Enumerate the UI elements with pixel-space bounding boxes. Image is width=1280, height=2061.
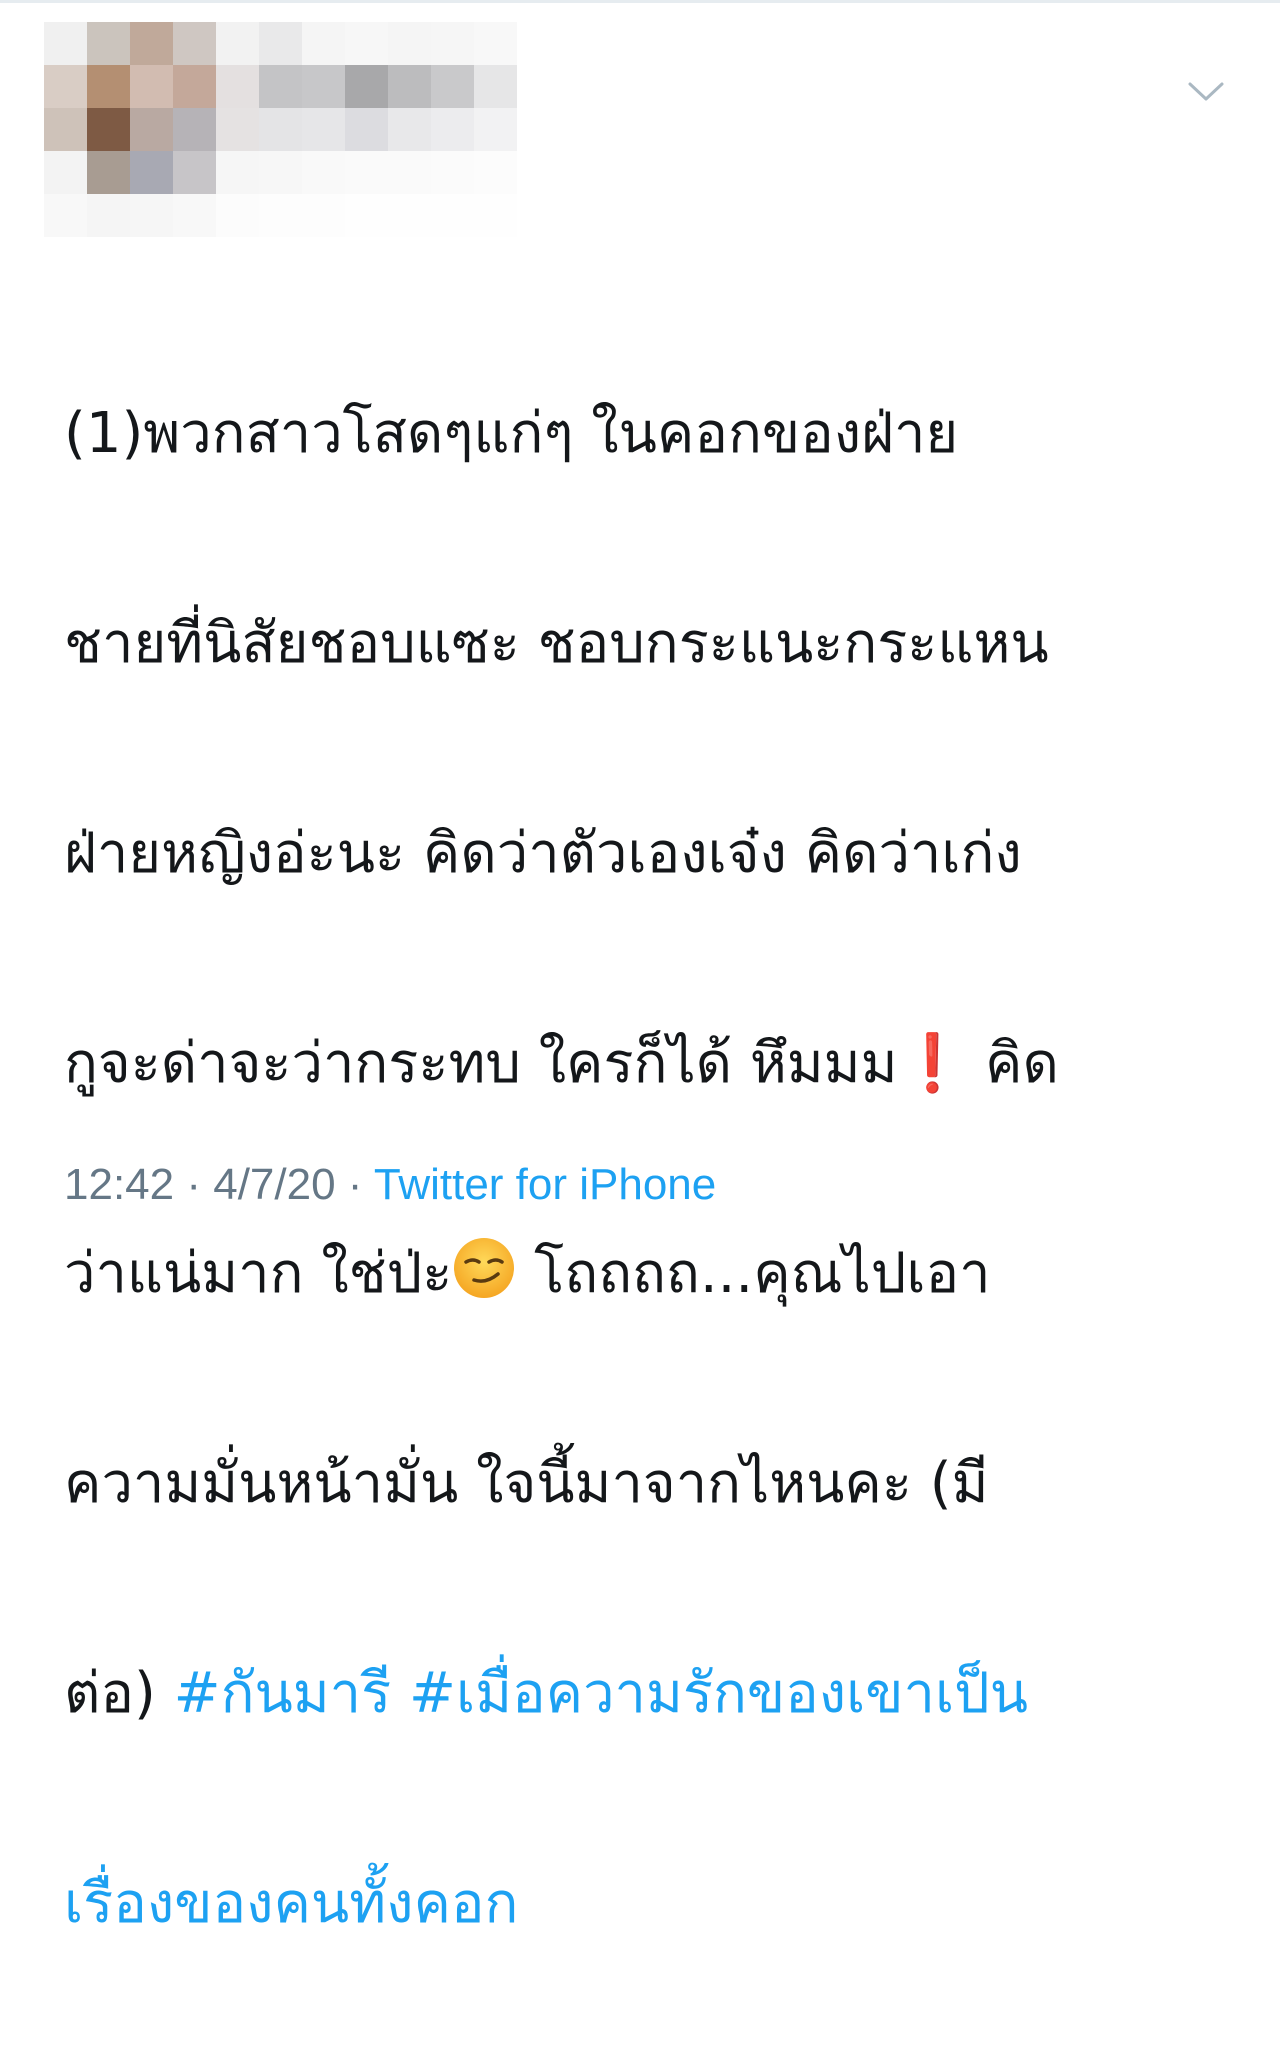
blur-pixel [259, 108, 302, 151]
blur-pixel [173, 194, 216, 237]
tweet-line: กูจะด่าจะว่ากระทบ ใครก็ได้ หึมมม❗ คิด [64, 1011, 1254, 1116]
tweet-header [0, 0, 1280, 237]
tweet-line: (1)พวกสาวโสดๆแก่ๆ ในคอกของฝ่าย [64, 401, 959, 466]
blur-pixel [431, 151, 474, 194]
tweet-time[interactable]: 12:42 [64, 1160, 174, 1209]
blur-pixel [216, 108, 259, 151]
blur-pixel [130, 22, 173, 65]
hashtag-link[interactable]: เรื่องของคนทั้งคอก [64, 1871, 518, 1936]
tweet-text-segment: กูจะด่าจะว่ากระทบ ใครก็ได้ หึมมม [64, 1031, 898, 1096]
blur-pixel [173, 22, 216, 65]
blur-pixel [474, 22, 517, 65]
blur-pixel [388, 65, 431, 108]
hashtag-link[interactable]: #กันมารี [174, 1661, 392, 1726]
blur-pixel [302, 151, 345, 194]
blur-pixel [431, 108, 474, 151]
tweet-source-link[interactable]: Twitter for iPhone [374, 1160, 716, 1209]
blur-pixel [345, 194, 388, 237]
blur-pixel [216, 22, 259, 65]
blur-pixel [259, 22, 302, 65]
blur-pixel [474, 65, 517, 108]
blur-pixel [216, 151, 259, 194]
blurred-user-identity[interactable] [44, 22, 517, 237]
tweet-line: เรื่องของคนทั้งคอก [64, 1851, 1254, 1956]
blur-pixel [345, 151, 388, 194]
blur-pixel [388, 22, 431, 65]
blur-pixel [87, 108, 130, 151]
meta-separator: · [174, 1160, 214, 1209]
blur-pixel [44, 151, 87, 194]
smirking-face-icon [454, 1238, 515, 1298]
tweet-text-segment: ว่าแน่มาก ใช่ป่ะ [64, 1241, 453, 1306]
tweet-line: ความมั่นหน้ามั่น ใจนี้มาจากไหนคะ (มี [64, 1451, 989, 1516]
tweet-date[interactable]: 4/7/20 [213, 1160, 335, 1209]
tweet-text-segment: ต่อ) [64, 1661, 174, 1726]
blur-pixel [130, 65, 173, 108]
tweet-text-segment: โถถถถ...คุณไปเอา [516, 1241, 991, 1306]
tweet-line: ต่อ) #กันมารี #เมื่อความรักของเขาเป็น [64, 1641, 1254, 1746]
tweet-text-segment [391, 1661, 409, 1726]
blur-pixel [431, 194, 474, 237]
exclamation-emoji: ❗ [897, 1031, 968, 1096]
tweet-line: ว่าแน่มาก ใช่ป่ะ โถถถถ...คุณไปเอา [64, 1221, 1254, 1326]
blur-pixel [474, 194, 517, 237]
blur-pixel [474, 151, 517, 194]
blur-pixel [216, 194, 259, 237]
blur-pixel [345, 65, 388, 108]
blur-pixel [388, 151, 431, 194]
blur-pixel [44, 65, 87, 108]
blur-pixel [302, 108, 345, 151]
blur-pixel [87, 22, 130, 65]
blur-pixel [44, 22, 87, 65]
blur-pixel [259, 194, 302, 237]
blur-pixel [44, 194, 87, 237]
blur-pixel [216, 65, 259, 108]
blur-pixel [173, 151, 216, 194]
hashtag-link[interactable]: #เมื่อความรักของเขาเป็น [409, 1661, 1028, 1726]
blur-pixel [388, 108, 431, 151]
blur-pixel [173, 108, 216, 151]
blur-pixel [44, 108, 87, 151]
blur-pixel [87, 194, 130, 237]
blur-pixel [130, 151, 173, 194]
blur-pixel [130, 108, 173, 151]
blur-pixel [259, 151, 302, 194]
tweet-line: ชายที่นิสัยชอบแซะ ชอบกระแนะกระแหน [64, 611, 1049, 676]
blur-pixel [474, 108, 517, 151]
blur-pixel [130, 194, 173, 237]
blur-pixel [388, 194, 431, 237]
blur-pixel [345, 108, 388, 151]
tweet-metadata: 12:42 · 4/7/20 · Twitter for iPhone [64, 1160, 716, 1210]
blur-pixel [302, 194, 345, 237]
tweet-text-segment: คิด [967, 1031, 1059, 1096]
tweet-line: ฝ่ายหญิงอ่ะนะ คิดว่าตัวเองเจ๋ง คิดว่าเก่… [64, 821, 1022, 886]
meta-separator: · [335, 1160, 374, 1209]
blur-pixel [431, 22, 474, 65]
blur-pixel [173, 65, 216, 108]
blur-pixel [87, 151, 130, 194]
blur-pixel [345, 22, 388, 65]
blur-pixel [302, 22, 345, 65]
blur-pixel [87, 65, 130, 108]
chevron-down-icon[interactable] [1184, 72, 1228, 112]
blur-pixel [259, 65, 302, 108]
blur-pixel [302, 65, 345, 108]
blur-pixel [431, 65, 474, 108]
